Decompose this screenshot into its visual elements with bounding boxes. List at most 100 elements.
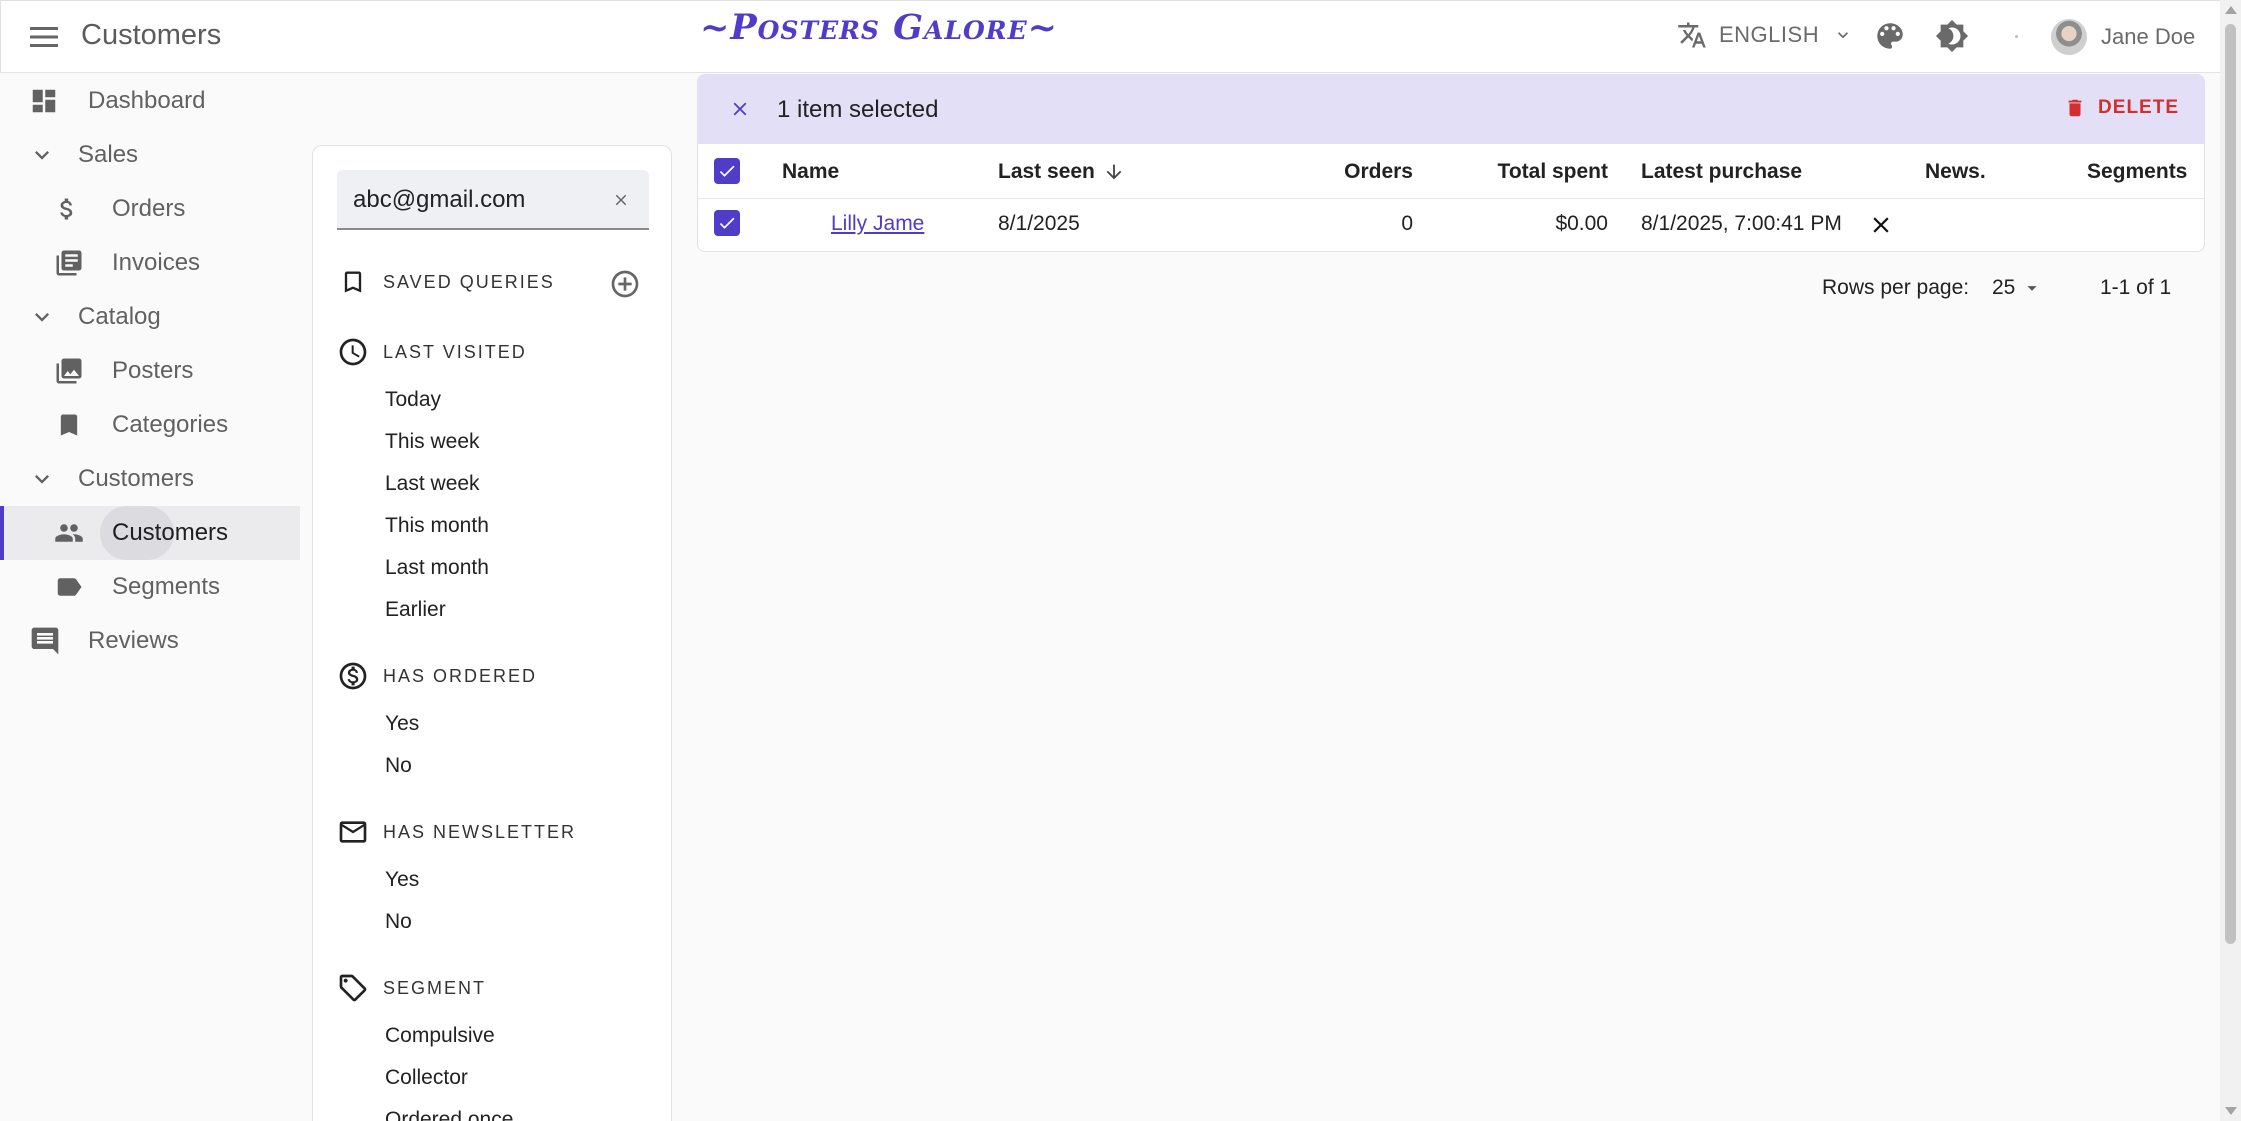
sidebar-item-label: Reviews: [88, 627, 179, 654]
filter-option-today[interactable]: Today: [385, 388, 441, 412]
sidebar-group-catalog[interactable]: Catalog: [0, 290, 300, 344]
sidebar-item-reviews[interactable]: Reviews: [0, 614, 300, 668]
user-menu[interactable]: Jane Doe: [2051, 19, 2195, 55]
chevron-down-icon: [25, 462, 59, 496]
sidebar-item-label: Customers: [112, 519, 229, 546]
search-input[interactable]: [353, 182, 593, 218]
filter-option-last-month[interactable]: Last month: [385, 556, 489, 580]
sidebar-group-sales[interactable]: Sales: [0, 128, 300, 182]
filter-sidebar: SAVED QUERIES LAST VISITED Today This we…: [312, 145, 672, 1121]
filter-option-this-week[interactable]: This week: [385, 430, 480, 454]
avatar: [2051, 19, 2087, 55]
clear-icon[interactable]: [609, 188, 633, 212]
page-title: Customers: [81, 19, 222, 51]
tag-icon: [337, 972, 369, 1004]
user-name: Jane Doe: [2101, 24, 2196, 49]
has-newsletter-label: HAS NEWSLETTER: [383, 821, 577, 842]
brightness-icon[interactable]: [1935, 19, 1969, 53]
sidebar-item-label: Customers: [78, 465, 195, 492]
scroll-up-arrow[interactable]: [2225, 6, 2237, 14]
sidebar-item-posters[interactable]: Posters: [0, 344, 300, 398]
filter-option-newsletter-yes[interactable]: Yes: [385, 868, 419, 892]
column-header-name[interactable]: Name: [782, 160, 839, 184]
sidebar-item-label: Catalog: [78, 303, 161, 330]
sidebar-item-label: Categories: [112, 411, 229, 438]
cell-last-seen: 8/1/2025: [998, 212, 1080, 235]
sidebar-item-dashboard[interactable]: Dashboard: [0, 74, 300, 128]
sidebar-item-label: Posters: [112, 357, 194, 384]
filter-option-ordered-yes[interactable]: Yes: [385, 712, 419, 736]
column-header-last-seen[interactable]: Last seen: [998, 160, 1125, 184]
app-bar: Customers ~Posters Galore~ ENGLISH Jane …: [0, 0, 2220, 73]
sidebar-item-label: Invoices: [112, 249, 201, 276]
segment-label: SEGMENT: [383, 977, 487, 998]
sidebar-item-orders[interactable]: Orders: [0, 182, 300, 236]
sidebar-item-label: Sales: [78, 141, 139, 168]
sidebar-item-segments[interactable]: Segments: [0, 560, 300, 614]
segment-header: SEGMENT: [337, 972, 486, 1004]
saved-queries-header: SAVED QUERIES: [337, 266, 555, 298]
filter-option-this-month[interactable]: This month: [385, 514, 489, 538]
comment-icon: [28, 624, 62, 658]
sidebar-item-categories[interactable]: Categories: [0, 398, 300, 452]
filter-option-ordered-once[interactable]: Ordered once: [385, 1108, 513, 1121]
scroll-down-arrow[interactable]: [2225, 1107, 2237, 1115]
dashboard-icon: [27, 84, 61, 118]
scrollbar-thumb[interactable]: [2225, 24, 2236, 944]
column-header-orders[interactable]: Orders: [1238, 160, 1413, 184]
clock-icon: [337, 336, 369, 368]
filter-option-last-week[interactable]: Last week: [385, 472, 480, 496]
search-field[interactable]: [337, 170, 649, 230]
label-icon: [52, 570, 86, 604]
rows-per-page-select[interactable]: 25: [1992, 276, 2043, 300]
filter-option-newsletter-no[interactable]: No: [385, 910, 412, 934]
add-circle-icon[interactable]: [607, 266, 643, 302]
translate-icon: [1678, 22, 1706, 48]
brand-logo: ~Posters Galore~: [700, 7, 1058, 48]
selection-count: 1 item selected: [777, 96, 939, 123]
has-ordered-label: HAS ORDERED: [383, 665, 538, 686]
column-header-label: Last seen: [998, 160, 1095, 183]
rows-per-page-value: 25: [1992, 276, 2016, 299]
sidebar-group-customers[interactable]: Customers: [0, 452, 300, 506]
chevron-down-icon: [25, 300, 59, 334]
delete-label: DELETE: [2098, 97, 2179, 118]
filter-option-earlier[interactable]: Earlier: [385, 598, 446, 622]
delete-button[interactable]: DELETE: [2064, 96, 2179, 120]
saved-queries-label: SAVED QUERIES: [383, 271, 555, 292]
column-header-newsletter[interactable]: News.: [1925, 160, 1986, 184]
bookmark-icon: [52, 408, 86, 442]
dollar-icon: [50, 192, 84, 226]
filter-option-collector[interactable]: Collector: [385, 1066, 468, 1090]
cell-orders: 0: [1401, 212, 1413, 235]
separator-dot: [2015, 35, 2018, 38]
filter-option-ordered-no[interactable]: No: [385, 754, 412, 778]
trash-icon: [2064, 96, 2086, 120]
sidebar-item-label: Dashboard: [88, 87, 206, 114]
language-label: ENGLISH: [1719, 22, 1820, 47]
column-header-segments: Segments: [2087, 160, 2188, 183]
arrow-down-icon: [1106, 164, 1122, 180]
palette-icon[interactable]: [1873, 19, 1907, 53]
sidebar-item-customers[interactable]: Customers: [0, 506, 300, 560]
last-visited-header: LAST VISITED: [337, 336, 527, 368]
sidebar-item-invoices[interactable]: Invoices: [0, 236, 300, 290]
menu-icon[interactable]: [25, 18, 63, 56]
select-all-checkbox[interactable]: [714, 158, 740, 184]
pagination-range: 1-1 of 1: [2100, 276, 2172, 299]
row-checkbox[interactable]: [714, 210, 740, 236]
dropdown-arrow-icon: [2027, 286, 2037, 291]
money-circle-icon: [337, 660, 369, 692]
has-ordered-header: HAS ORDERED: [337, 660, 537, 692]
customer-name-link[interactable]: Lilly Jame: [831, 212, 924, 236]
invoice-icon: [52, 246, 86, 280]
filter-option-compulsive[interactable]: Compulsive: [385, 1024, 495, 1048]
chevron-down-icon: [25, 138, 59, 172]
mail-icon: [337, 816, 369, 848]
language-selector[interactable]: ENGLISH: [1677, 20, 1853, 50]
vertical-scrollbar[interactable]: [2220, 0, 2241, 1121]
close-icon[interactable]: [727, 96, 753, 122]
column-header-latest-purchase[interactable]: Latest purchase: [1641, 160, 1802, 184]
customers-table: Name Last seen Orders Total spent Latest…: [697, 144, 2205, 252]
column-header-total-spent[interactable]: Total spent: [1438, 160, 1608, 184]
